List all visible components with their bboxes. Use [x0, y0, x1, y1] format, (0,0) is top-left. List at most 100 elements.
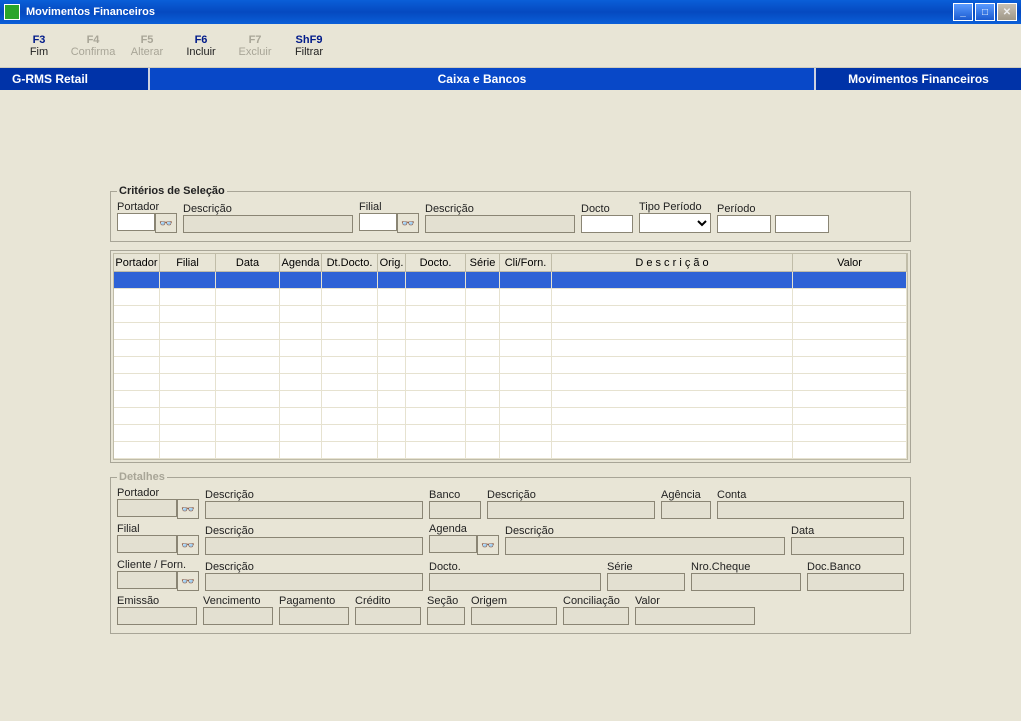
- table-row[interactable]: [114, 289, 907, 306]
- d-emissao-input: [117, 607, 197, 625]
- menu-alterar: F5 Alterar: [120, 24, 174, 67]
- d-portador-lookup[interactable]: 👓: [177, 499, 199, 519]
- table-row[interactable]: [114, 374, 907, 391]
- d-emissao-label: Emissão: [117, 595, 197, 607]
- menu-incluir[interactable]: F6 Incluir: [174, 24, 228, 67]
- col-cliforn: Cli/Forn.: [500, 254, 552, 272]
- window-controls: _ □ ✕: [953, 3, 1017, 21]
- menubar: F3 Fim F4 Confirma F5 Alterar F6 Incluir…: [0, 24, 1021, 68]
- d-banco-input: [429, 501, 481, 519]
- table-row[interactable]: [114, 306, 907, 323]
- descricao1-output: [183, 215, 353, 233]
- d-conta-input: [717, 501, 904, 519]
- d-cliente-desc: [205, 573, 423, 591]
- close-button[interactable]: ✕: [997, 3, 1017, 21]
- d-nrocheque-input: [691, 573, 801, 591]
- col-descricao: D e s c r i ç ã o: [552, 254, 793, 272]
- binoculars-icon: 👓: [181, 575, 195, 588]
- table-row[interactable]: [114, 425, 907, 442]
- minimize-button[interactable]: _: [953, 3, 973, 21]
- titlebar: Movimentos Financeiros _ □ ✕: [0, 0, 1021, 24]
- d-docto-label: Docto.: [429, 561, 601, 573]
- results-grid[interactable]: Portador Filial Data Agenda Dt.Docto. Or…: [113, 253, 908, 460]
- grid-header: Portador Filial Data Agenda Dt.Docto. Or…: [114, 254, 907, 272]
- binoculars-icon: 👓: [481, 539, 495, 552]
- menu-fim[interactable]: F3 Fim: [12, 24, 66, 67]
- filial-input[interactable]: [359, 213, 397, 231]
- table-row[interactable]: [114, 357, 907, 374]
- d-credito-input: [355, 607, 421, 625]
- grid-container: Portador Filial Data Agenda Dt.Docto. Or…: [110, 250, 911, 463]
- col-orig: Orig.: [378, 254, 406, 272]
- d-filial-desc: [205, 537, 423, 555]
- d-pagamento-input: [279, 607, 349, 625]
- menu-excluir: F7 Excluir: [228, 24, 282, 67]
- d-nrocheque-label: Nro.Cheque: [691, 561, 801, 573]
- d-docto-input: [429, 573, 601, 591]
- d-cliente-lookup[interactable]: 👓: [177, 571, 199, 591]
- d-agenda-lookup[interactable]: 👓: [477, 535, 499, 555]
- d-conta-label: Conta: [717, 489, 904, 501]
- filial-label: Filial: [359, 201, 419, 213]
- d-data-input: [791, 537, 904, 555]
- d-agenda-input: [429, 535, 477, 553]
- filial-lookup-button[interactable]: 👓: [397, 213, 419, 233]
- periodo-from-input[interactable]: [717, 215, 771, 233]
- app-icon: [4, 4, 20, 20]
- d-banco-label: Banco: [429, 489, 481, 501]
- d-data-label: Data: [791, 525, 904, 537]
- table-row[interactable]: [114, 408, 907, 425]
- d-filial-lookup[interactable]: 👓: [177, 535, 199, 555]
- periodo-label: Período: [717, 203, 829, 215]
- d-agencia-input: [661, 501, 711, 519]
- details-legend: Detalhes: [117, 471, 167, 483]
- docto-input[interactable]: [581, 215, 633, 233]
- table-row[interactable]: [114, 272, 907, 289]
- d-docbanco-input: [807, 573, 904, 591]
- d-filial-label: Filial: [117, 523, 199, 535]
- table-row[interactable]: [114, 323, 907, 340]
- col-dtdocto: Dt.Docto.: [322, 254, 378, 272]
- docto-label: Docto: [581, 203, 633, 215]
- d-docbanco-label: Doc.Banco: [807, 561, 904, 573]
- col-docto: Docto.: [406, 254, 466, 272]
- col-data: Data: [216, 254, 280, 272]
- table-row[interactable]: [114, 391, 907, 408]
- d-secao-input: [427, 607, 465, 625]
- d-valor-input: [635, 607, 755, 625]
- d-credito-label: Crédito: [355, 595, 421, 607]
- portador-input[interactable]: [117, 213, 155, 231]
- periodo-to-input[interactable]: [775, 215, 829, 233]
- d-agenda-label: Agenda: [429, 523, 499, 535]
- d-vencimento-input: [203, 607, 273, 625]
- d-origem-label: Origem: [471, 595, 557, 607]
- d-portador-desc-label: Descrição: [205, 489, 423, 501]
- table-row[interactable]: [114, 442, 907, 459]
- d-serie-label: Série: [607, 561, 685, 573]
- d-filial-desc-label: Descrição: [205, 525, 423, 537]
- d-agenda-desc-label: Descrição: [505, 525, 785, 537]
- col-agenda: Agenda: [280, 254, 322, 272]
- binoculars-icon: 👓: [181, 503, 195, 516]
- d-banco-desc: [487, 501, 655, 519]
- binoculars-icon: 👓: [401, 217, 415, 230]
- maximize-button[interactable]: □: [975, 3, 995, 21]
- menu-filtrar[interactable]: ShF9 Filtrar: [282, 24, 336, 67]
- selection-criteria: Critérios de Seleção Portador 👓 Descriçã…: [110, 185, 911, 242]
- d-agenda-desc: [505, 537, 785, 555]
- binoculars-icon: 👓: [181, 539, 195, 552]
- d-secao-label: Seção: [427, 595, 465, 607]
- d-filial-input: [117, 535, 177, 553]
- d-agencia-label: Agência: [661, 489, 711, 501]
- d-cliente-input: [117, 571, 177, 589]
- breadcrumb-module: Caixa e Bancos: [150, 68, 816, 90]
- d-vencimento-label: Vencimento: [203, 595, 273, 607]
- table-row[interactable]: [114, 340, 907, 357]
- d-pagamento-label: Pagamento: [279, 595, 349, 607]
- d-conciliacao-input: [563, 607, 629, 625]
- tipo-periodo-select[interactable]: [639, 213, 711, 233]
- d-serie-input: [607, 573, 685, 591]
- details-panel: Detalhes Portador 👓 Descrição Banco Desc…: [110, 471, 911, 634]
- portador-lookup-button[interactable]: 👓: [155, 213, 177, 233]
- d-valor-label: Valor: [635, 595, 755, 607]
